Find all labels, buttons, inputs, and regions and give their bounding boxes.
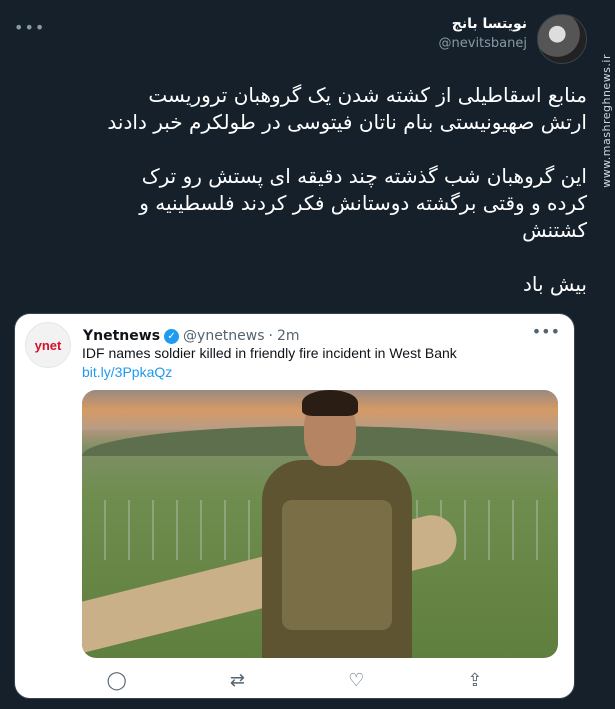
quoted-tweet-link[interactable]: bit.ly/3PpkaQz bbox=[82, 364, 172, 380]
meta-separator: · bbox=[268, 328, 273, 344]
quoted-avatar[interactable]: ynet bbox=[25, 322, 71, 368]
quoted-timestamp[interactable]: 2m bbox=[277, 328, 300, 344]
author-names: نویتسا بانج @nevitsbanej bbox=[439, 16, 527, 51]
photo-person-vest bbox=[282, 500, 392, 630]
verified-badge-icon: ✓ bbox=[164, 328, 180, 344]
quoted-more-icon[interactable]: ••• bbox=[532, 322, 560, 341]
quoted-tweet[interactable]: ynet Ynetnews ✓ @ynetnews · 2m ••• IDF n… bbox=[14, 313, 575, 699]
author-handle[interactable]: @nevitsbanej bbox=[439, 36, 527, 51]
quoted-action-bar: ◯ ⇄ ♡ ⇪ bbox=[15, 670, 574, 691]
tweet-text: منابع اسقاطیلی از کشته شدن یک گروهبان تر… bbox=[27, 82, 587, 325]
like-icon[interactable]: ♡ bbox=[348, 670, 364, 691]
quoted-author-handle[interactable]: @ynetnews bbox=[183, 328, 265, 344]
quoted-meta: Ynetnews ✓ @ynetnews · 2m bbox=[83, 328, 300, 344]
photo-person-hair bbox=[302, 390, 358, 416]
quoted-tweet-text: IDF names soldier killed in friendly fir… bbox=[82, 345, 457, 361]
retweet-icon[interactable]: ⇄ bbox=[230, 670, 245, 691]
ynet-logo: ynet bbox=[34, 337, 62, 353]
tweet-paragraph-2: این گروهبان شب گذشته چند دقیقه ای پستش ر… bbox=[139, 164, 587, 242]
tweet-author[interactable]: نویتسا بانج @nevitsbanej bbox=[439, 14, 587, 64]
share-icon[interactable]: ⇪ bbox=[467, 670, 482, 691]
quoted-tweet-photo[interactable] bbox=[82, 390, 558, 658]
tweet-paragraph-1: منابع اسقاطیلی از کشته شدن یک گروهبان تر… bbox=[107, 83, 587, 134]
author-display-name[interactable]: نویتسا بانج bbox=[439, 16, 527, 32]
more-options-icon[interactable]: ••• bbox=[14, 18, 45, 37]
reply-icon[interactable]: ◯ bbox=[107, 670, 127, 691]
tweet-paragraph-3: بیش باد bbox=[522, 272, 587, 296]
quoted-author-name[interactable]: Ynetnews bbox=[83, 328, 160, 344]
watermark: www.mashreghnews.ir bbox=[600, 54, 613, 188]
avatar[interactable] bbox=[537, 14, 587, 64]
